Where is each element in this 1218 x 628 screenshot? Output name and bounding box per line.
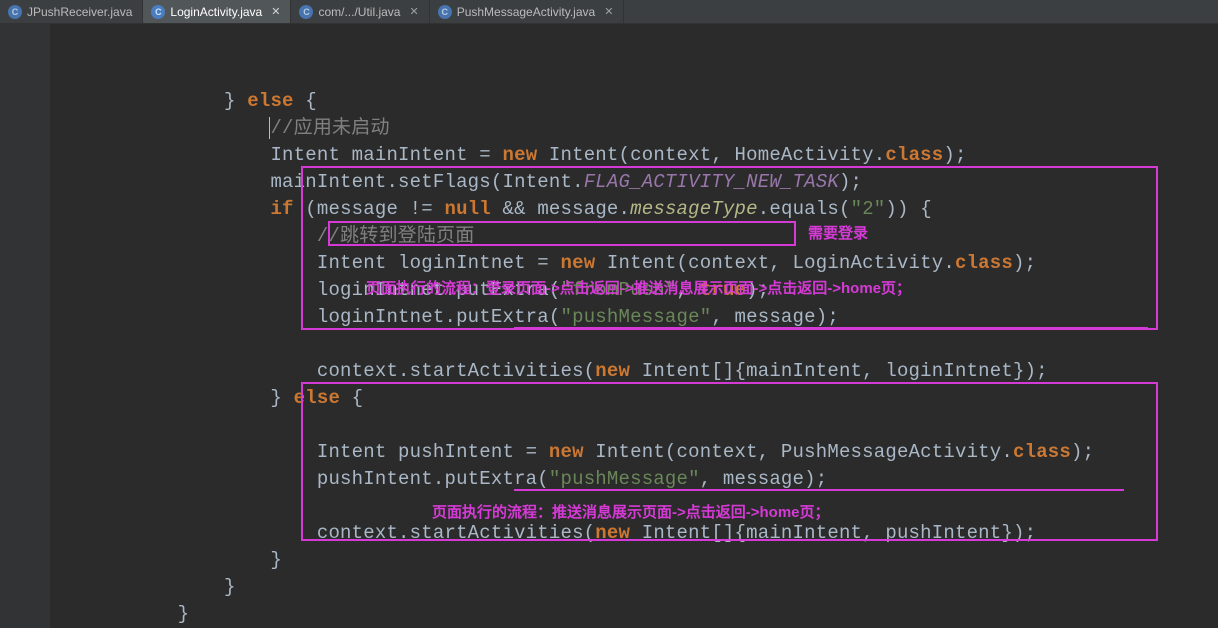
code-editor[interactable]: } else { //应用未启动 Intent mainIntent = new… [0,24,1218,628]
editor-tab-bar: C JPushReceiver.java C LoginActivity.jav… [0,0,1218,24]
java-class-icon: C [299,5,313,19]
tab-label: LoginActivity.java [170,5,262,19]
close-icon[interactable]: ✕ [604,5,613,18]
tab-jpushreceiver[interactable]: C JPushReceiver.java [0,0,143,23]
java-class-icon: C [8,5,22,19]
tab-label: JPushReceiver.java [27,5,132,19]
gutter [0,24,50,628]
tab-label: com/.../Util.java [318,5,400,19]
close-icon[interactable]: ✕ [409,5,418,18]
java-class-icon: C [438,5,452,19]
tab-loginactivity[interactable]: C LoginActivity.java ✕ [143,0,291,23]
tab-pushmessageactivity[interactable]: C PushMessageActivity.java ✕ [430,0,625,23]
tab-util[interactable]: C com/.../Util.java ✕ [291,0,429,23]
tab-label: PushMessageActivity.java [457,5,596,19]
java-class-icon: C [151,5,165,19]
close-icon[interactable]: ✕ [271,5,280,18]
